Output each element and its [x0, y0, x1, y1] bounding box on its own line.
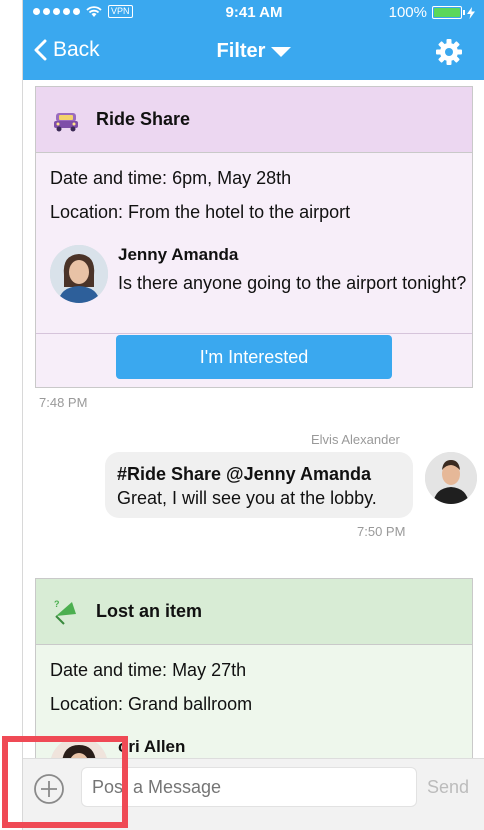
app-header: VPN 9:41 AM 100% Back Filter: [23, 0, 484, 80]
reply-timestamp: 7:50 PM: [357, 524, 406, 539]
nav-bar: Back Filter: [23, 30, 484, 76]
ride-poster-name: Jenny Amanda: [118, 245, 239, 264]
ride-message: Is there anyone going to the airport ton…: [118, 273, 467, 293]
filter-dropdown[interactable]: Filter: [23, 40, 484, 63]
car-icon: [54, 112, 78, 131]
ride-date: Date and time: 6pm, May 28th: [50, 168, 292, 188]
caret-down-icon: [271, 46, 292, 57]
battery-percent: 100%: [388, 4, 427, 21]
lost-location: Location: Grand ballroom: [50, 694, 253, 714]
ride-post: Jenny Amanda Is there anyone going to th…: [36, 237, 472, 333]
reply-text: Great, I will see you at the lobby.: [117, 488, 377, 508]
lost-item-header: ? Lost an item: [36, 579, 472, 645]
battery-icon: [432, 6, 465, 19]
avatar: [50, 245, 108, 303]
reply-sender: Elvis Alexander: [311, 432, 400, 447]
gear-icon[interactable]: [435, 38, 463, 66]
reply-bubble: #Ride Share @Jenny Amanda Great, I will …: [105, 452, 413, 518]
ride-timestamp: 7:48 PM: [39, 395, 88, 410]
charging-icon: [467, 6, 475, 19]
send-button[interactable]: Send: [427, 777, 469, 798]
lost-item-details: Date and time: May 27th Location: Grand …: [36, 645, 472, 721]
reply-hashtags: #Ride Share @Jenny Amanda: [117, 464, 371, 484]
battery-group: 100%: [389, 4, 475, 21]
status-bar: VPN 9:41 AM 100%: [23, 4, 484, 24]
filter-title: Filter: [216, 40, 266, 62]
ride-location: Location: From the hotel to the airport: [50, 202, 351, 222]
lost-item-title: Lost an item: [96, 601, 203, 621]
highlight-box: [2, 736, 128, 828]
avatar: [425, 452, 477, 504]
lost-poster-name: ori Allen: [118, 737, 186, 756]
ride-share-card: Ride Share Date and time: 6pm, May 28th …: [35, 86, 473, 388]
divider: [36, 333, 472, 334]
umbrella-icon: ?: [54, 599, 76, 625]
ride-share-details: Date and time: 6pm, May 28th Location: F…: [36, 153, 472, 229]
message-input[interactable]: [81, 767, 417, 807]
interested-button[interactable]: I'm Interested: [116, 335, 392, 379]
ride-share-header: Ride Share: [36, 87, 472, 153]
svg-text:?: ?: [54, 599, 60, 609]
ride-share-title: Ride Share: [96, 109, 191, 129]
phone-screen: VPN 9:41 AM 100% Back Filter Ride Share …: [22, 0, 484, 830]
lost-date: Date and time: May 27th: [50, 660, 247, 680]
